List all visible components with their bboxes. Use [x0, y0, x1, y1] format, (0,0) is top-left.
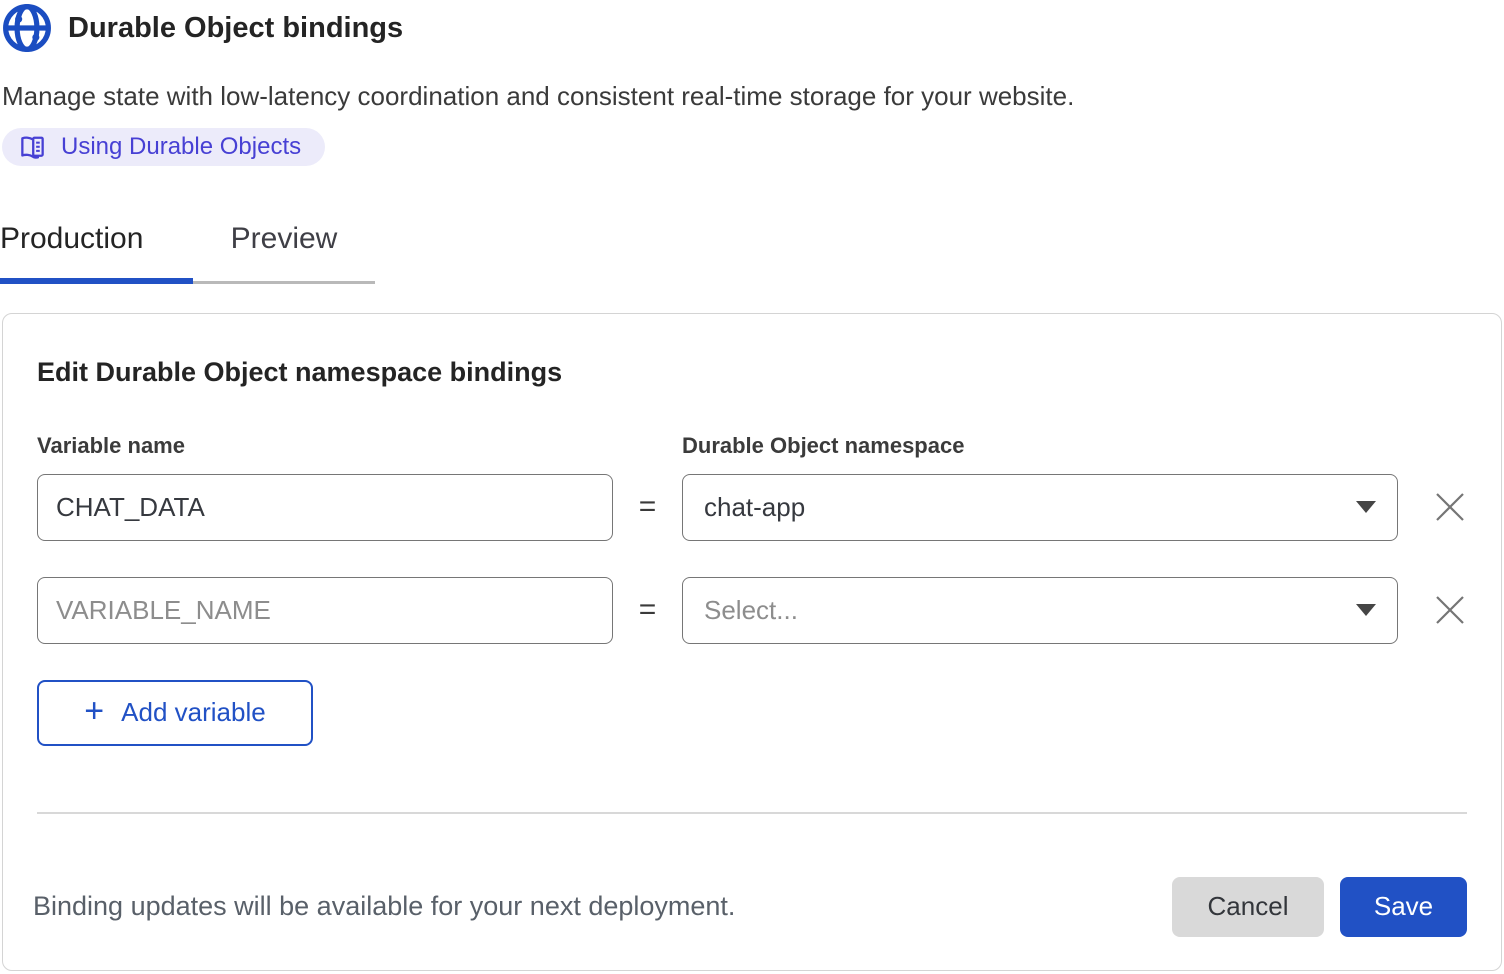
- deployment-note: Binding updates will be available for yo…: [33, 891, 735, 922]
- durable-object-bindings-page: Durable Object bindings Manage state wit…: [0, 0, 1504, 971]
- column-labels-row: Variable name Durable Object namespace: [37, 433, 1467, 459]
- card-footer: Binding updates will be available for yo…: [37, 877, 1467, 937]
- variable-name-input[interactable]: [37, 474, 613, 541]
- namespace-select-value: chat-app: [704, 492, 805, 523]
- equals-sign: =: [613, 490, 682, 524]
- namespace-label: Durable Object namespace: [682, 433, 1398, 459]
- open-book-icon: [18, 133, 47, 162]
- bindings-form: Variable name Durable Object namespace =…: [37, 433, 1467, 644]
- add-variable-label: Add variable: [121, 697, 266, 728]
- binding-row: = chat-app: [37, 474, 1467, 541]
- close-icon: [1433, 593, 1467, 627]
- variable-name-label: Variable name: [37, 433, 613, 459]
- bindings-card: Edit Durable Object namespace bindings V…: [2, 313, 1502, 971]
- binding-row: = Select...: [37, 577, 1467, 644]
- footer-divider: [37, 812, 1467, 814]
- tab-production[interactable]: Production: [0, 222, 193, 284]
- page-title: Durable Object bindings: [68, 12, 403, 45]
- namespace-select[interactable]: Select...: [682, 577, 1398, 644]
- add-variable-button[interactable]: + Add variable: [37, 680, 313, 746]
- close-icon: [1433, 490, 1467, 524]
- docs-link-label: Using Durable Objects: [61, 133, 301, 161]
- namespace-select[interactable]: chat-app: [682, 474, 1398, 541]
- using-durable-objects-link[interactable]: Using Durable Objects: [2, 128, 325, 166]
- chevron-down-icon: [1356, 501, 1376, 513]
- page-description: Manage state with low-latency coordinati…: [2, 81, 1504, 112]
- card-heading: Edit Durable Object namespace bindings: [37, 357, 1467, 388]
- save-button[interactable]: Save: [1340, 877, 1467, 937]
- tab-preview[interactable]: Preview: [193, 222, 375, 284]
- equals-sign: =: [613, 593, 682, 627]
- remove-binding-button[interactable]: [1433, 593, 1467, 627]
- namespace-select-value: Select...: [704, 595, 798, 626]
- plus-icon: +: [84, 694, 104, 728]
- durable-objects-globe-icon: [2, 3, 52, 53]
- page-header: Durable Object bindings: [2, 3, 1504, 53]
- cancel-button[interactable]: Cancel: [1172, 877, 1324, 937]
- footer-actions: Cancel Save: [1172, 877, 1467, 937]
- variable-name-input[interactable]: [37, 577, 613, 644]
- chevron-down-icon: [1356, 604, 1376, 616]
- environment-tabs: Production Preview: [0, 222, 1504, 284]
- remove-binding-button[interactable]: [1433, 490, 1467, 524]
